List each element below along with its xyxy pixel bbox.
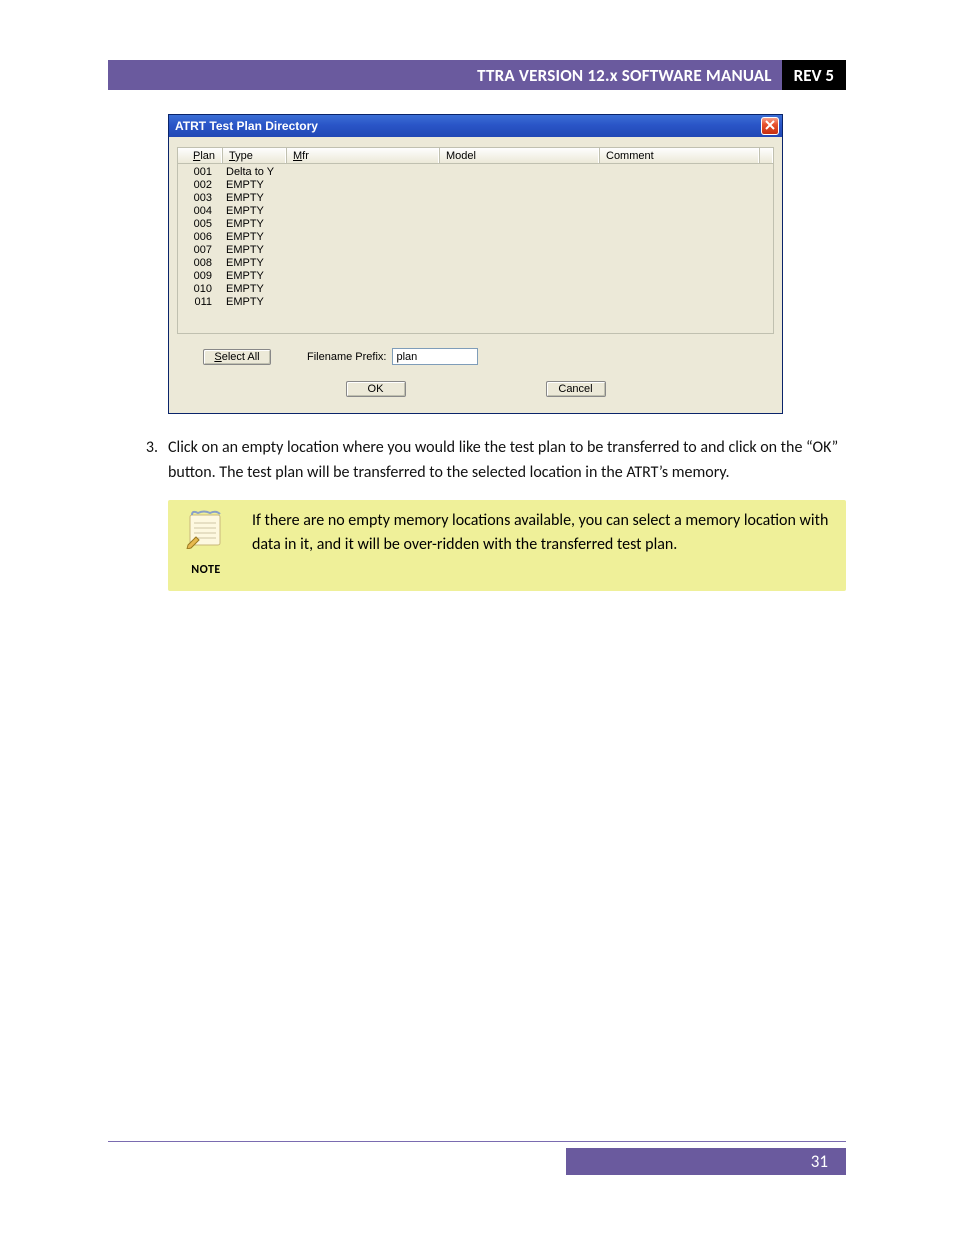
table-row[interactable]: 007EMPTY bbox=[178, 244, 773, 257]
header-title: TTRA VERSION 12.x SOFTWARE MANUAL bbox=[108, 60, 782, 90]
ok-button[interactable]: OK bbox=[346, 381, 406, 397]
table-row[interactable]: 008EMPTY bbox=[178, 257, 773, 270]
table-row[interactable]: 006EMPTY bbox=[178, 231, 773, 244]
col-header-comment[interactable]: Comment bbox=[599, 148, 759, 163]
col-header-type[interactable]: Type bbox=[222, 148, 286, 163]
col-header-mfr[interactable]: Mfr bbox=[286, 148, 439, 163]
notepad-icon bbox=[184, 509, 228, 557]
table-row[interactable]: 001Delta to Y bbox=[178, 166, 773, 179]
select-all-button[interactable]: Select All bbox=[203, 349, 271, 365]
note-callout: NOTE If there are no empty memory locati… bbox=[168, 500, 846, 591]
col-header-model[interactable]: Model bbox=[439, 148, 599, 163]
list-body[interactable]: 001Delta to Y002EMPTY003EMPTY004EMPTY005… bbox=[177, 164, 774, 334]
table-row[interactable]: 010EMPTY bbox=[178, 283, 773, 296]
table-row[interactable]: 004EMPTY bbox=[178, 205, 773, 218]
cancel-button[interactable]: Cancel bbox=[546, 381, 606, 397]
page-header: TTRA VERSION 12.x SOFTWARE MANUAL REV 5 bbox=[108, 60, 846, 90]
dialog-title: ATRT Test Plan Directory bbox=[175, 119, 761, 133]
step-text: Click on an empty location where you wou… bbox=[168, 436, 846, 486]
filename-prefix-input[interactable] bbox=[392, 348, 478, 365]
table-row[interactable]: 003EMPTY bbox=[178, 192, 773, 205]
page-footer: 31 bbox=[108, 1141, 846, 1175]
col-header-scroll bbox=[759, 148, 773, 163]
col-header-plan[interactable]: Plan bbox=[178, 148, 222, 163]
table-row[interactable]: 005EMPTY bbox=[178, 218, 773, 231]
page-number: 31 bbox=[566, 1148, 846, 1175]
note-label: NOTE bbox=[191, 561, 221, 579]
close-button[interactable] bbox=[761, 117, 779, 135]
note-text: If there are no empty memory locations a… bbox=[252, 509, 832, 557]
list-header: Plan Type Mfr Model Comment bbox=[177, 147, 774, 164]
atrt-dialog: ATRT Test Plan Directory Plan Type Mfr M… bbox=[168, 114, 783, 414]
table-row[interactable]: 011EMPTY bbox=[178, 296, 773, 309]
step-number: 3. bbox=[108, 436, 168, 486]
dialog-titlebar: ATRT Test Plan Directory bbox=[169, 115, 782, 137]
step-3: 3. Click on an empty location where you … bbox=[108, 436, 846, 486]
table-row[interactable]: 009EMPTY bbox=[178, 270, 773, 283]
filename-prefix-label: Filename Prefix: bbox=[307, 351, 386, 363]
close-icon bbox=[765, 119, 775, 133]
header-rev: REV 5 bbox=[782, 60, 846, 90]
table-row[interactable]: 002EMPTY bbox=[178, 179, 773, 192]
